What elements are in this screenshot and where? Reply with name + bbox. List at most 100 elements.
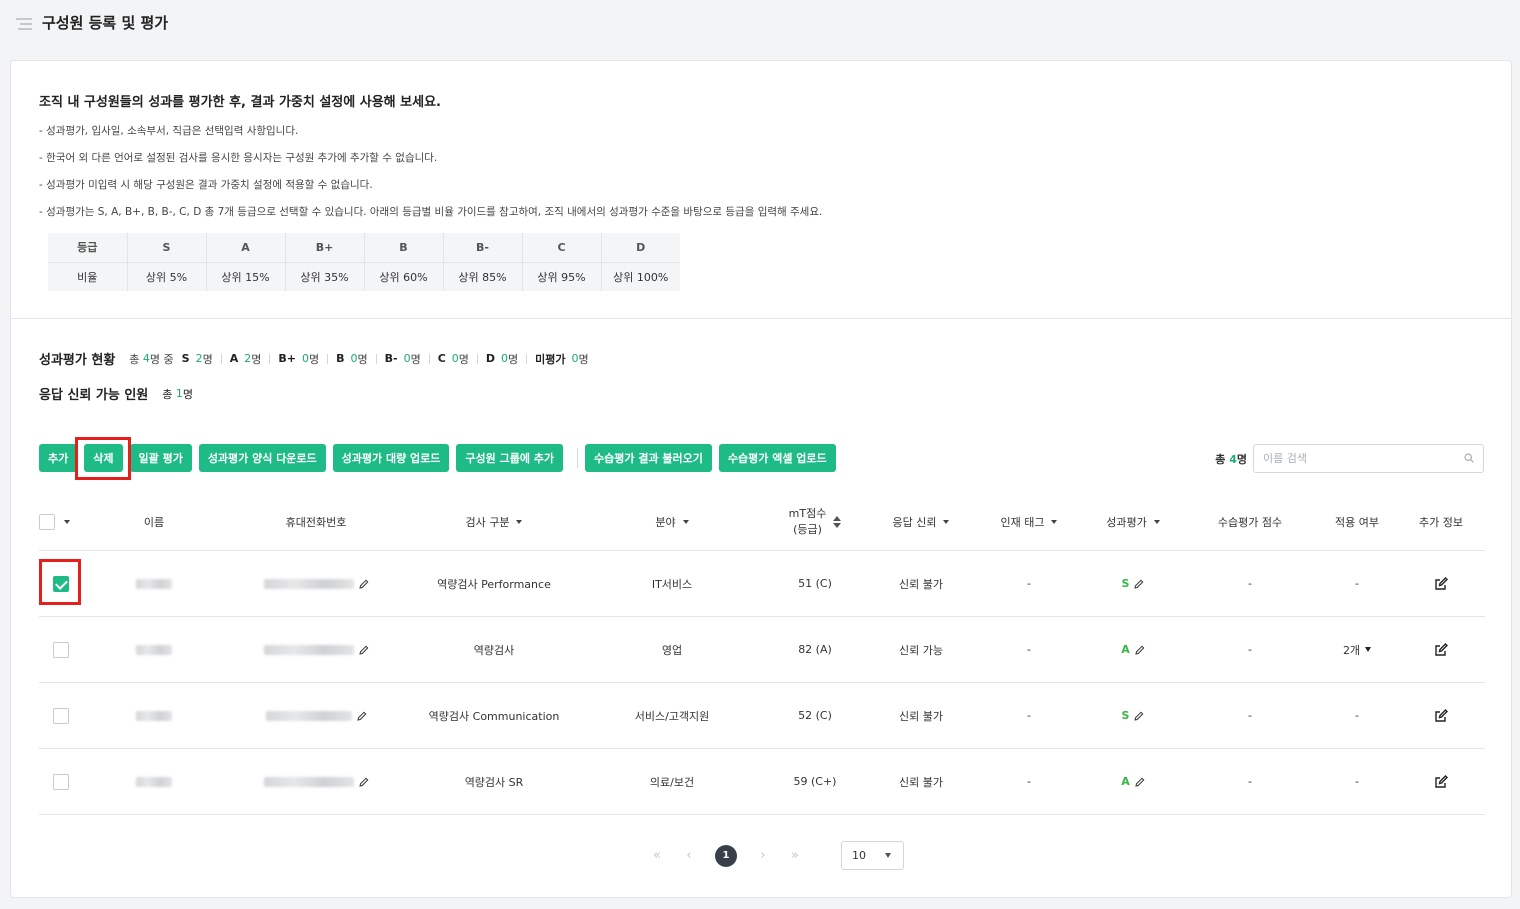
- col-evaluation[interactable]: 성과평가: [1083, 514, 1183, 530]
- current-page[interactable]: 1: [715, 844, 737, 867]
- search-total-unit: 명: [1236, 452, 1247, 466]
- members-table: 이름 휴대전화번호 검사 구분 분야 mT점수 (등급) 응답 신뢰 인재 태그 …: [39, 493, 1485, 815]
- test-type: 역량검사 Performance: [437, 577, 551, 591]
- bulk-upload-button[interactable]: 성과평가 대량 업로드: [332, 444, 450, 472]
- practice-score: -: [1248, 709, 1252, 722]
- table-row: 역량검사 영업 82 (A) 신뢰 가능 - A - 2개: [39, 617, 1485, 683]
- edit-pencil-icon[interactable]: [358, 579, 369, 589]
- status-unrated-label: 미평가: [535, 352, 566, 366]
- menu-icon[interactable]: [16, 18, 32, 30]
- ratio-cell: 상위 5%: [127, 262, 207, 291]
- col-name: 이름: [143, 515, 165, 529]
- col-score-label: mT점수 (등급): [789, 506, 827, 538]
- edit-icon[interactable]: [1434, 576, 1448, 591]
- status-unit: 명: [251, 352, 262, 366]
- edit-pencil-icon[interactable]: [1135, 777, 1145, 787]
- applied: -: [1355, 775, 1359, 788]
- main-card: 조직 내 구성원들의 성과를 평가한 후, 결과 가중치 설정에 사용해 보세요…: [10, 60, 1512, 898]
- status-grade: A: [229, 352, 239, 365]
- edit-pencil-icon[interactable]: [1135, 645, 1145, 655]
- search-total-prefix: 총: [1215, 452, 1226, 466]
- score: 51 (C): [798, 577, 832, 590]
- search-total-count: 4: [1229, 452, 1237, 466]
- status-unit: 명: [578, 352, 589, 366]
- status-count: 0: [403, 352, 411, 365]
- col-test-type-label: 검사 구분: [465, 515, 510, 529]
- search-input[interactable]: [1254, 445, 1454, 472]
- applied-dropdown[interactable]: 2개: [1317, 642, 1397, 658]
- edit-pencil-icon[interactable]: [1134, 579, 1144, 589]
- status-separator: [428, 353, 430, 364]
- evaluation-grade: S: [1121, 709, 1130, 722]
- guide-title: 조직 내 구성원들의 성과를 평가한 후, 결과 가중치 설정에 사용해 보세요…: [39, 95, 441, 110]
- talent-tag: -: [1027, 775, 1031, 788]
- edit-pencil-icon[interactable]: [1134, 711, 1144, 721]
- page-size-select[interactable]: 10: [841, 841, 904, 870]
- col-talent-tag[interactable]: 인재 태그: [975, 514, 1083, 530]
- row-check-cell: [39, 773, 83, 790]
- col-test-type[interactable]: 검사 구분: [407, 514, 581, 530]
- status-count: 0: [301, 352, 309, 365]
- extra-info-cell: [1397, 642, 1485, 657]
- row-checkbox-highlight: [39, 559, 81, 605]
- bulk-evaluate-button[interactable]: 일괄 평가: [129, 444, 192, 472]
- col-score-line1: mT점수: [788, 506, 827, 520]
- last-page-button[interactable]: »: [779, 848, 811, 863]
- status-separator: [375, 353, 377, 364]
- filter-arrow-icon: [1153, 519, 1160, 524]
- edit-pencil-icon[interactable]: [356, 711, 367, 721]
- grade-cell: B: [364, 233, 444, 263]
- col-applied: 적용 여부: [1335, 515, 1379, 529]
- chevron-down-icon: [885, 853, 891, 858]
- extra-info-cell: [1397, 774, 1485, 789]
- table-row: 역량검사 SR 의료/보건 59 (C+) 신뢰 불가 - A - -: [39, 749, 1485, 815]
- upload-practice-excel-button[interactable]: 수습평가 엑셀 업로드: [718, 444, 836, 472]
- guide-line: - 한국어 외 다른 언어로 설정된 검사를 응시한 응시자는 구성원 추가에 …: [39, 152, 438, 164]
- phone-blurred: [263, 578, 354, 589]
- evaluation-grade: S: [1121, 577, 1130, 590]
- load-practice-button[interactable]: 수습평가 결과 불러오기: [585, 444, 712, 472]
- test-type: 역량검사 SR: [464, 775, 524, 789]
- first-page-button[interactable]: «: [641, 848, 673, 863]
- status-grade: B+: [278, 352, 296, 365]
- col-score[interactable]: mT점수 (등급): [763, 506, 867, 538]
- row-checkbox[interactable]: [53, 707, 69, 724]
- guide-line: - 성과평가 미입력 시 해당 구성원은 결과 가중치 설정에 적용할 수 없습…: [39, 179, 373, 191]
- search-icon[interactable]: [1464, 453, 1474, 463]
- evaluation-grade: A: [1121, 775, 1130, 788]
- col-trust[interactable]: 응답 신뢰: [867, 514, 975, 530]
- status-grade: B-: [384, 352, 398, 365]
- edit-icon[interactable]: [1434, 774, 1448, 789]
- row-checkbox[interactable]: [53, 773, 69, 790]
- select-menu-arrow-icon[interactable]: [64, 519, 70, 524]
- status-count: 0: [501, 352, 509, 365]
- test-type: 역량검사 Communication: [428, 709, 560, 723]
- status-unit: 명: [308, 352, 320, 366]
- status-unit: 명: [202, 352, 213, 366]
- trust-count: 1: [175, 387, 183, 400]
- edit-icon[interactable]: [1434, 642, 1448, 657]
- field: 의료/보건: [649, 775, 695, 789]
- status-count: 0: [350, 352, 358, 365]
- ratio-cell: 상위 60%: [364, 262, 444, 291]
- evaluation-cell: S: [1083, 577, 1183, 590]
- phone-cell: [225, 710, 407, 721]
- status-total-prefix: 총: [129, 352, 140, 366]
- prev-page-button[interactable]: ‹: [673, 848, 705, 863]
- col-trust-label: 응답 신뢰: [892, 515, 937, 529]
- col-field[interactable]: 분야: [581, 514, 763, 530]
- edit-pencil-icon[interactable]: [358, 645, 369, 655]
- row-checkbox[interactable]: [53, 641, 69, 658]
- filter-arrow-icon: [943, 519, 950, 524]
- select-all-checkbox[interactable]: [39, 513, 55, 530]
- edit-icon[interactable]: [1434, 708, 1448, 723]
- edit-pencil-icon[interactable]: [358, 777, 369, 787]
- evaluation-cell: S: [1083, 709, 1183, 722]
- next-page-button[interactable]: ›: [747, 848, 779, 863]
- guide-section: 조직 내 구성원들의 성과를 평가한 후, 결과 가중치 설정에 사용해 보세요…: [39, 91, 822, 232]
- guide-line: - 성과평가, 입사일, 소속부서, 직급은 선택입력 사항입니다.: [39, 125, 299, 137]
- add-to-group-button[interactable]: 구성원 그룹에 추가: [456, 444, 564, 472]
- score: 82 (A): [798, 643, 832, 656]
- add-button[interactable]: 추가: [39, 444, 78, 472]
- download-form-button[interactable]: 성과평가 양식 다운로드: [198, 444, 326, 472]
